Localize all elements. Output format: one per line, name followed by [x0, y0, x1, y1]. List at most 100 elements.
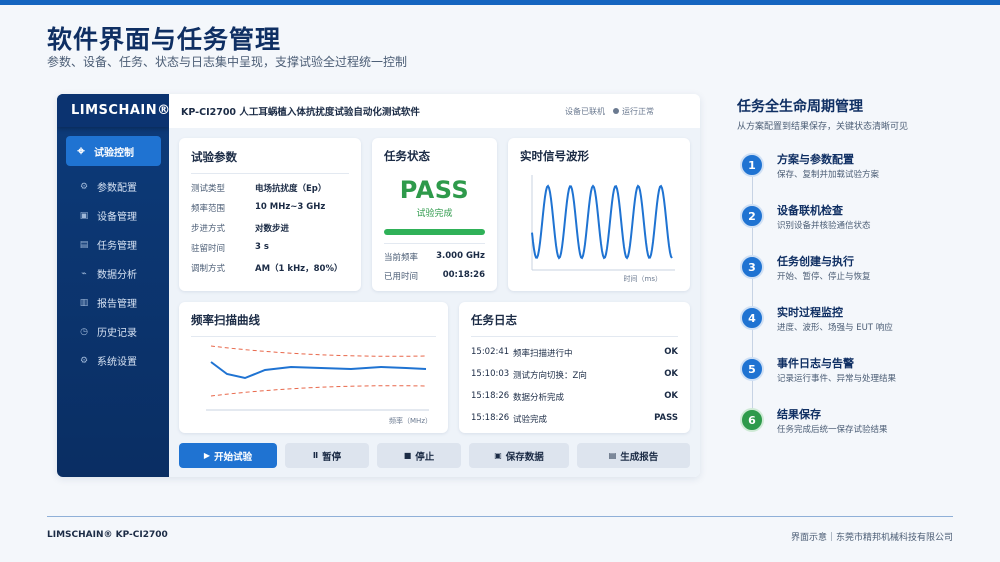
sweep-plot [206, 345, 429, 411]
task-log-card: 任务日志 15:02:41 频率扫描进行中 OK 15:10:03 测试方向切换：Z向… [459, 302, 690, 433]
sidebar-item-report[interactable]: ▥ 报告管理 [57, 288, 169, 317]
save-data-button[interactable]: ▣ 保存数据 [469, 443, 569, 468]
param-row: 步进方式 对数步进 [191, 222, 349, 234]
pause-button[interactable]: Ⅱ 暂停 [285, 443, 369, 468]
freq-value: 3.000 GHz [436, 251, 485, 261]
page-subtitle: 参数、设备、任务、状态与日志集中呈现，支撑试验全过程统一控制 [47, 55, 408, 69]
step-number: 6 [740, 408, 764, 432]
sidebar-item-param-config[interactable]: ⚙ 参数配置 [57, 172, 169, 201]
step-title: 结果保存 [777, 408, 821, 421]
sidebar-item-analysis[interactable]: ⌁ 数据分析 [57, 259, 169, 288]
log-result: PASS [654, 413, 678, 423]
task-state-title: 任务状态 [384, 149, 430, 163]
sweep-card: 频率扫描曲线 频率（MHz） [179, 302, 448, 433]
sidebar-nav: ⌖ 试验控制 ⚙ 参数配置 ▣ 设备管理 ▤ 任务管理 ⌁ 数据分析 ▥ 报告管… [57, 136, 169, 375]
generate-report-button[interactable]: ▤ 生成报告 [577, 443, 690, 468]
sidebar-item-label: 历史记录 [97, 328, 137, 339]
log-time: 15:02:41 [471, 347, 510, 357]
step-desc: 识别设备并核验通信状态 [777, 221, 871, 231]
waveform-title: 实时信号波形 [520, 149, 589, 163]
button-label: 生成报告 [620, 451, 659, 463]
step-title: 设备联机检查 [777, 204, 843, 217]
param-row: 测试类型 电场抗扰度（Ep） [191, 182, 349, 194]
log-row: 15:18:26 试验完成 PASS [471, 413, 678, 425]
status-dot-icon [613, 108, 619, 114]
stop-button[interactable]: ■ 停止 [377, 443, 461, 468]
stop-icon: ■ [403, 451, 412, 460]
log-title: 任务日志 [471, 313, 517, 327]
log-row: 15:18:26 数据分析完成 OK [471, 391, 678, 403]
lifecycle-step: 5 事件日志与告警 记录运行事件、异常与处理结果 [737, 353, 977, 393]
start-test-button[interactable]: ▶ 开始试验 [179, 443, 277, 468]
sidebar-item-history[interactable]: ◷ 历史记录 [57, 317, 169, 346]
divider [471, 336, 678, 337]
progress-bar [384, 229, 485, 235]
run-status-text: 运行正常 [622, 107, 654, 116]
sidebar-item-label: 参数配置 [97, 183, 137, 194]
log-result: OK [664, 391, 678, 401]
divider [191, 173, 349, 174]
param-value: 10 MHz~3 GHz [255, 202, 326, 212]
sidebar-item-settings[interactable]: ⚙ 系统设置 [57, 346, 169, 375]
sidebar-item-test-control[interactable]: ⌖ 试验控制 [66, 136, 161, 166]
footer-divider [47, 516, 953, 517]
freq-label: 当前频率 [384, 253, 419, 263]
pause-icon: Ⅱ [312, 451, 319, 460]
step-number: 5 [740, 357, 764, 381]
brand-logo: LIMSCHAIN® [57, 94, 170, 127]
waveform-card: 实时信号波形 时间（ms） [508, 138, 690, 291]
lifecycle-step: 6 结果保存 任务完成后统一保存试验结果 [737, 404, 977, 444]
step-number: 4 [740, 306, 764, 330]
log-result: OK [664, 347, 678, 357]
log-message: 数据分析完成 [513, 393, 565, 403]
log-message: 试验完成 [513, 415, 548, 425]
window-title: KP-CI2700 人工耳蜗植入体抗扰度试验自动化测试软件 [181, 107, 420, 118]
action-toolbar: ▶ 开始试验 Ⅱ 暂停 ■ 停止 ▣ 保存数据 ▤ 生成报告 [179, 443, 690, 468]
step-desc: 记录运行事件、异常与处理结果 [777, 374, 897, 384]
sidebar-item-task[interactable]: ▤ 任务管理 [57, 230, 169, 259]
log-time: 15:10:03 [471, 369, 510, 379]
target-icon: ⌖ [77, 143, 85, 159]
step-desc: 开始、暂停、停止与恢复 [777, 272, 871, 282]
sweep-curve [210, 361, 427, 380]
button-label: 保存数据 [505, 451, 544, 463]
device-icon: ▣ [79, 210, 89, 221]
save-icon: ▣ [494, 451, 502, 460]
sidebar-item-label: 系统设置 [97, 357, 137, 368]
step-number: 2 [740, 204, 764, 228]
list-icon: ▤ [79, 239, 89, 250]
log-time: 15:18:26 [471, 413, 510, 423]
sidebar: LIMSCHAIN® ⌖ 试验控制 ⚙ 参数配置 ▣ 设备管理 ▤ 任务管理 ⌁… [57, 94, 170, 477]
step-title: 任务创建与执行 [777, 255, 854, 268]
page-title: 软件界面与任务管理 [47, 25, 282, 54]
waveform-xlabel: 时间（ms） [623, 275, 662, 283]
param-value: AM（1 kHz，80%） [255, 264, 343, 274]
chart-icon: ⌁ [81, 268, 87, 279]
time-row: 已用时间 00:18:26 [384, 270, 485, 282]
lifecycle-step: 2 设备联机检查 识别设备并核验通信状态 [737, 200, 977, 240]
step-number: 3 [740, 255, 764, 279]
sweep-xlabel: 频率（MHz） [389, 417, 432, 425]
pass-result: PASS [399, 176, 470, 204]
log-row: 15:02:41 频率扫描进行中 OK [471, 347, 678, 359]
lifecycle-step: 1 方案与参数配置 保存、复制并加载试验方案 [737, 149, 977, 189]
log-message: 频率扫描进行中 [513, 349, 573, 359]
sidebar-item-label: 设备管理 [97, 212, 137, 223]
param-value: 3 s [255, 242, 269, 252]
lower-limit-line [210, 385, 427, 397]
footer-brand: LIMSCHAIN® KP-CI2700 [47, 530, 168, 540]
step-title: 事件日志与告警 [777, 357, 854, 370]
step-title: 实时过程监控 [777, 306, 843, 319]
sidebar-item-device[interactable]: ▣ 设备管理 [57, 201, 169, 230]
play-icon: ▶ [203, 451, 211, 460]
param-key: 频率范围 [191, 204, 226, 214]
report-icon: ▤ [608, 451, 617, 460]
top-accent-bar [0, 0, 1000, 5]
log-result: OK [664, 369, 678, 379]
param-key: 驻留时间 [191, 244, 226, 254]
step-number: 1 [740, 153, 764, 177]
button-label: 开始试验 [214, 451, 253, 463]
settings-icon: ⚙ [79, 355, 89, 366]
main-area: KP-CI2700 人工耳蜗植入体抗扰度试验自动化测试软件 设备已联机 运行正常… [169, 94, 700, 477]
param-key: 步进方式 [191, 224, 226, 234]
